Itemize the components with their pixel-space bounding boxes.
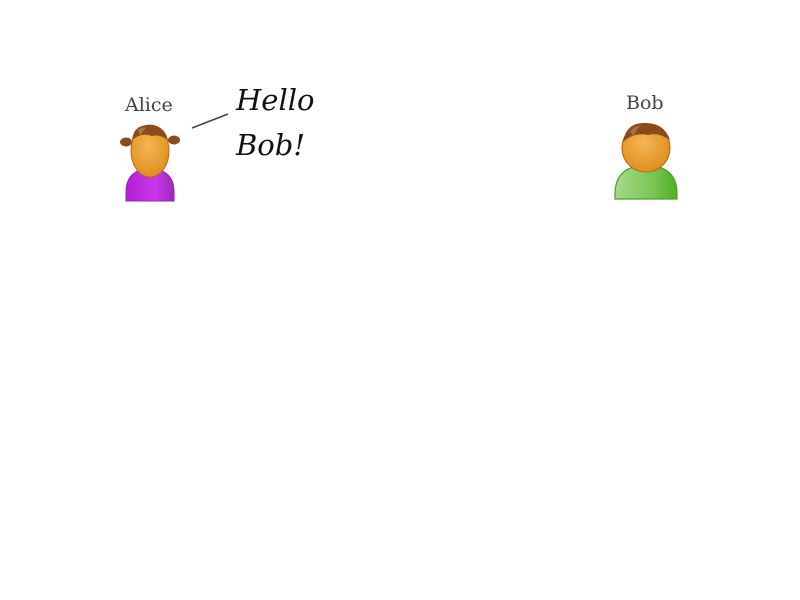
bob-label: Bob (626, 92, 664, 114)
alice-label: Alice (125, 94, 173, 116)
speech-line-2: Bob! (236, 128, 305, 162)
person-male-icon (614, 122, 678, 200)
speech-pointer-line (191, 113, 229, 129)
diagram-canvas: Alice Hello Bob! Bob (0, 0, 800, 600)
person-female-icon (120, 124, 180, 202)
speech-line-1: Hello (236, 83, 315, 117)
speech-text: Hello Bob! (236, 78, 356, 168)
